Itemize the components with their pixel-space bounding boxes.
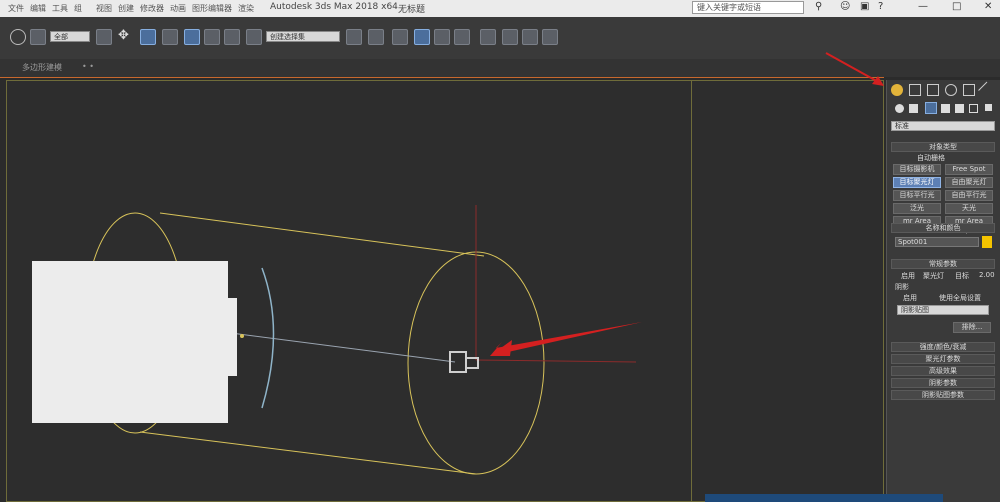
- light-source-point: [240, 334, 244, 338]
- general-params-rollout[interactable]: 常规参数: [891, 259, 995, 269]
- geometry-icon[interactable]: [895, 104, 904, 113]
- spacewarps-icon[interactable]: [969, 104, 978, 113]
- btn-target-spot[interactable]: 目标摄影机: [893, 164, 941, 175]
- command-panel: 标准 对象类型 自动栅格 目标摄影机 Free Spot 目标聚光灯 自由聚光灯…: [886, 80, 1000, 502]
- hierarchy-tab-icon[interactable]: [927, 84, 939, 96]
- lights-icon[interactable]: [925, 102, 937, 114]
- display-tab-icon[interactable]: [963, 84, 975, 96]
- btn-free-light[interactable]: 自由平行光: [945, 190, 993, 201]
- rollout-intensity[interactable]: 强度/颜色/衰减: [891, 342, 995, 352]
- shadows-label: 阴影: [895, 283, 909, 291]
- shadow-on-checkbox[interactable]: 启用: [903, 293, 917, 303]
- object-name-field[interactable]: Spot001: [895, 237, 979, 247]
- annotation-arrow-panel-head: [872, 76, 884, 86]
- systems-icon[interactable]: [985, 104, 992, 111]
- gizmo-x-axis: [475, 359, 637, 363]
- btn-skylight[interactable]: 天光: [945, 203, 993, 214]
- object-type-rollout[interactable]: 对象类型: [891, 142, 995, 152]
- exclude-button[interactable]: 排除...: [953, 322, 991, 333]
- light-type-label: 聚光灯: [923, 272, 944, 280]
- taskbar-strip: [705, 494, 943, 502]
- box-object-side: [228, 298, 237, 376]
- object-color-swatch[interactable]: [982, 236, 992, 248]
- rollout-shadow-map-params[interactable]: 阴影贴图参数: [891, 390, 995, 400]
- modify-tab-icon[interactable]: [909, 84, 921, 96]
- btn-target-direct[interactable]: 目标聚光灯: [893, 177, 941, 188]
- cameras-icon[interactable]: [941, 104, 950, 113]
- cone-top-edge: [159, 212, 485, 257]
- btn-target-light[interactable]: 目标平行光: [893, 190, 941, 201]
- annotation-arrow-gizmo: [490, 322, 642, 356]
- btn-free-spot[interactable]: Free Spot: [945, 164, 993, 175]
- rollout-advanced-effects[interactable]: 高级效果: [891, 366, 995, 376]
- use-global-checkbox[interactable]: 使用全局设置: [939, 293, 981, 303]
- annotation-arrow-panel: [825, 52, 883, 85]
- name-color-rollout[interactable]: 名称和颜色: [891, 223, 995, 233]
- target-distance: 2.00: [979, 271, 995, 279]
- helpers-icon[interactable]: [955, 104, 964, 113]
- shadow-type-dropdown[interactable]: 阴影贴图: [897, 305, 989, 315]
- motion-tab-icon[interactable]: [945, 84, 957, 96]
- rollout-shadow-params[interactable]: 阴影参数: [891, 378, 995, 388]
- scene-canvas: [32, 52, 907, 475]
- autogrid-checkbox[interactable]: 自动栅格: [917, 153, 945, 163]
- light-on-checkbox[interactable]: 启用: [901, 271, 915, 281]
- utilities-tab-icon[interactable]: [978, 81, 996, 100]
- btn-omni[interactable]: 泛光: [893, 203, 941, 214]
- targeted-checkbox[interactable]: 目标: [955, 271, 969, 281]
- rollout-spot-params[interactable]: 聚光灯参数: [891, 354, 995, 364]
- create-tab-icon[interactable]: [891, 84, 903, 96]
- box-object: [32, 261, 228, 423]
- light-category-dropdown[interactable]: 标准: [891, 121, 995, 131]
- btn-free-direct[interactable]: 自由聚光灯: [945, 177, 993, 188]
- shapes-icon[interactable]: [909, 104, 918, 113]
